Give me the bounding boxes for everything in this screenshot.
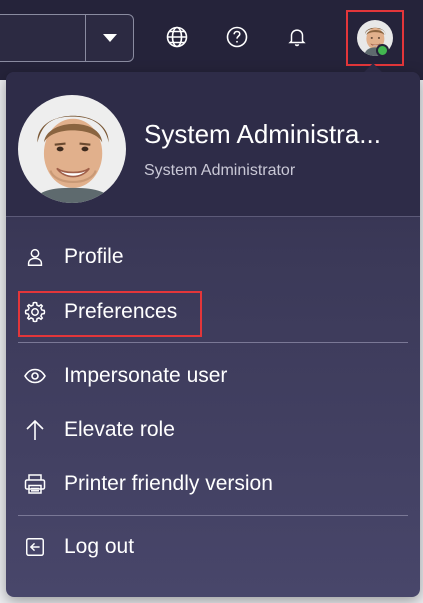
menu-item-impersonate-user[interactable]: Impersonate user xyxy=(20,356,227,396)
eye-icon xyxy=(20,361,50,391)
menu-item-label: Elevate role xyxy=(64,418,175,441)
logout-icon xyxy=(20,532,50,562)
presence-indicator xyxy=(376,44,389,57)
menu-divider xyxy=(18,342,408,343)
top-navigation-bar xyxy=(0,0,423,80)
avatar xyxy=(18,95,126,203)
menu-item-label: Printer friendly version xyxy=(64,472,273,495)
help-button[interactable] xyxy=(222,22,252,52)
menu-item-label: Profile xyxy=(64,245,124,268)
preferences-highlight xyxy=(18,291,202,337)
user-menu-header: System Administra... System Administrato… xyxy=(6,72,420,217)
help-icon xyxy=(226,26,248,48)
bell-icon xyxy=(288,29,306,47)
notifications-button[interactable] xyxy=(282,22,312,52)
menu-item-elevate-role[interactable]: Elevate role xyxy=(20,410,175,450)
printer-icon xyxy=(20,469,50,499)
chevron-down-icon xyxy=(103,34,117,42)
user-icon xyxy=(20,242,50,272)
scope-dropdown-button[interactable] xyxy=(90,24,130,52)
globe-icon xyxy=(166,26,188,48)
menu-item-printer-friendly-version[interactable]: Printer friendly version xyxy=(20,464,273,504)
scope-divider xyxy=(85,14,86,62)
menu-item-label: Log out xyxy=(64,535,135,558)
menu-divider xyxy=(18,515,408,516)
user-display-name: System Administra... xyxy=(144,119,381,149)
menu-item-profile[interactable]: Profile xyxy=(20,237,124,277)
arrow-up-icon xyxy=(20,415,50,445)
user-menu: System Administra... System Administrato… xyxy=(6,72,420,597)
user-avatar-button[interactable] xyxy=(346,10,404,66)
user-role-label: System Administrator xyxy=(144,162,296,179)
menu-item-label: Impersonate user xyxy=(64,364,228,387)
menu-item-log-out[interactable]: Log out xyxy=(20,527,134,567)
language-button[interactable] xyxy=(162,22,192,52)
